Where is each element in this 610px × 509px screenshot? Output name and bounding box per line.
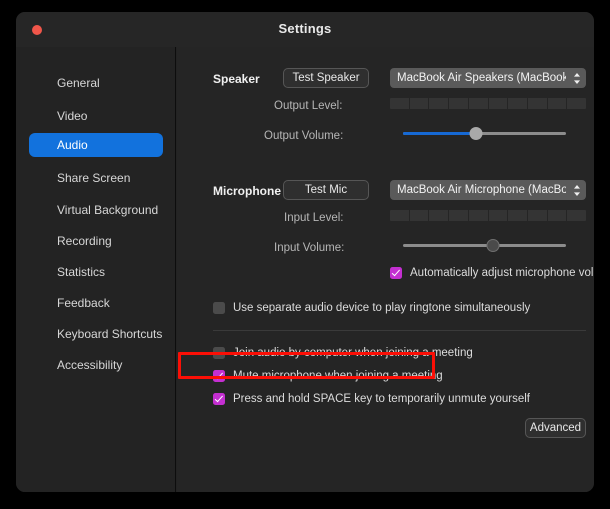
settings-window: Settings General Video Audio Share Scree…	[16, 12, 594, 492]
microphone-section-label: Microphone	[213, 184, 281, 198]
slider-thumb[interactable]	[469, 127, 483, 140]
input-volume-label: Input Volume:	[274, 242, 345, 254]
join-audio-by-computer-label: Join audio by computer when joining a me…	[233, 347, 473, 359]
output-level-meter	[390, 98, 586, 109]
sidebar-item-accessibility[interactable]: Accessibility	[29, 353, 163, 377]
join-audio-by-computer-checkbox-row[interactable]: Join audio by computer when joining a me…	[213, 347, 473, 359]
microphone-device-value: MacBook Air Microphone (MacBook Air...	[397, 184, 566, 196]
sidebar-item-video[interactable]: Video	[29, 104, 163, 128]
sidebar-item-label: Recording	[57, 234, 112, 248]
checkbox-indicator[interactable]	[213, 302, 225, 314]
auto-adjust-mic-volume-label: Automatically adjust microphone volume	[410, 267, 594, 279]
advanced-button[interactable]: Advanced	[525, 418, 586, 438]
slider-fill	[403, 132, 477, 135]
page-title: Settings	[278, 21, 332, 36]
checkbox-indicator[interactable]	[213, 370, 225, 382]
input-volume-slider[interactable]	[403, 239, 566, 253]
mute-microphone-on-join-label: Mute microphone when joining a meeting	[233, 370, 443, 382]
sidebar-item-recording[interactable]: Recording	[29, 229, 163, 253]
output-volume-slider[interactable]	[403, 127, 566, 141]
checkbox-indicator[interactable]	[213, 393, 225, 405]
sidebar-item-feedback[interactable]: Feedback	[29, 291, 163, 315]
audio-settings-pane: Speaker Test Speaker MacBook Air Speaker…	[177, 47, 594, 492]
test-mic-button[interactable]: Test Mic	[283, 180, 369, 200]
output-volume-label: Output Volume:	[264, 130, 344, 142]
sidebar-item-label: Virtual Background	[57, 203, 159, 217]
sidebar-item-label: Accessibility	[57, 358, 123, 372]
sidebar-item-general[interactable]: General	[29, 71, 163, 95]
chevron-up-down-icon	[572, 183, 581, 197]
sidebar-item-virtual-background[interactable]: Virtual Background	[29, 198, 163, 222]
slider-thumb[interactable]	[486, 239, 500, 252]
speaker-device-select[interactable]: MacBook Air Speakers (MacBook Air S...	[390, 68, 586, 88]
mute-microphone-on-join-checkbox-row[interactable]: Mute microphone when joining a meeting	[213, 370, 443, 382]
speaker-section-label: Speaker	[213, 72, 260, 86]
speaker-device-value: MacBook Air Speakers (MacBook Air S...	[397, 72, 566, 84]
checkbox-indicator[interactable]	[213, 347, 225, 359]
test-speaker-button[interactable]: Test Speaker	[283, 68, 369, 88]
input-level-label: Input Level:	[284, 212, 344, 224]
slider-track	[403, 244, 566, 247]
sidebar-item-label: Keyboard Shortcuts	[57, 327, 163, 341]
title-bar: Settings	[16, 12, 594, 47]
sidebar-item-label: General	[57, 76, 100, 90]
chevron-up-down-icon	[572, 71, 581, 85]
auto-adjust-mic-volume-checkbox-row[interactable]: Automatically adjust microphone volume	[390, 267, 594, 279]
output-level-label: Output Level:	[274, 100, 343, 112]
sidebar-item-label: Video	[57, 109, 88, 123]
separate-ringtone-device-checkbox-row[interactable]: Use separate audio device to play ringto…	[213, 302, 530, 314]
sidebar-item-label: Statistics	[57, 265, 106, 279]
sidebar-item-statistics[interactable]: Statistics	[29, 260, 163, 284]
sidebar: General Video Audio Share Screen Virtual…	[16, 47, 176, 492]
push-to-talk-space-label: Press and hold SPACE key to temporarily …	[233, 393, 531, 405]
sidebar-item-audio[interactable]: Audio	[29, 133, 163, 157]
separate-ringtone-device-label: Use separate audio device to play ringto…	[233, 302, 531, 314]
sidebar-item-label: Feedback	[57, 296, 110, 310]
sidebar-item-label: Audio	[57, 138, 88, 152]
sidebar-item-label: Share Screen	[57, 171, 131, 185]
sidebar-item-share-screen[interactable]: Share Screen	[29, 166, 163, 190]
sidebar-item-keyboard-shortcuts[interactable]: Keyboard Shortcuts	[29, 322, 163, 346]
section-divider	[213, 330, 586, 331]
push-to-talk-space-checkbox-row[interactable]: Press and hold SPACE key to temporarily …	[213, 393, 530, 405]
microphone-device-select[interactable]: MacBook Air Microphone (MacBook Air...	[390, 180, 586, 200]
input-level-meter	[390, 210, 586, 221]
checkbox-indicator[interactable]	[390, 267, 402, 279]
